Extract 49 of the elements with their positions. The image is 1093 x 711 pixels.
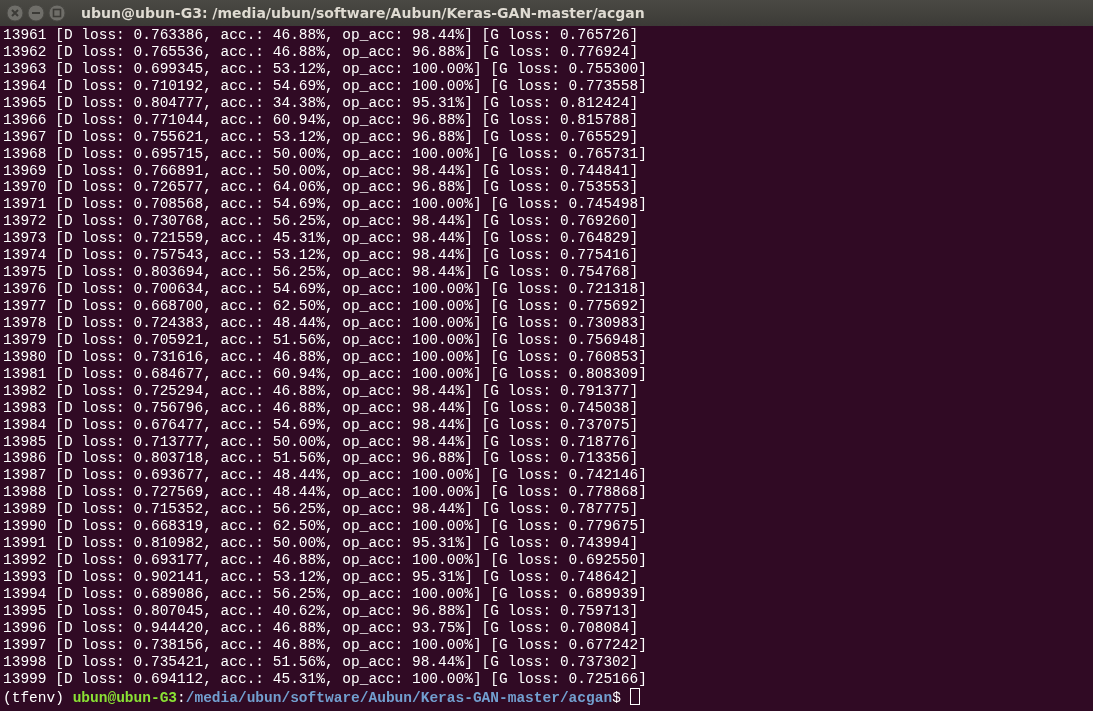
output-line: 13984 [D loss: 0.676477, acc.: 54.69%, op_acc: 98.44%] [G loss: 0.737075] [3,416,639,433]
output-line: 13969 [D loss: 0.766891, acc.: 50.00%, op_acc: 98.44%] [G loss: 0.744841] [3,162,639,179]
output-line: 13980 [D loss: 0.731616, acc.: 46.88%, op_acc: 100.00%] [G loss: 0.760853] [3,348,647,365]
output-line: 13986 [D loss: 0.803718, acc.: 51.56%, op_acc: 96.88%] [G loss: 0.713356] [3,450,639,467]
output-line: 13985 [D loss: 0.713777, acc.: 50.00%, op_acc: 98.44%] [G loss: 0.718776] [3,433,639,450]
output-line: 13965 [D loss: 0.804777, acc.: 34.38%, op_acc: 95.31%] [G loss: 0.812424] [3,94,639,111]
output-line: 13967 [D loss: 0.755621, acc.: 53.12%, op_acc: 96.88%] [G loss: 0.765529] [3,128,639,145]
output-line: 13993 [D loss: 0.902141, acc.: 53.12%, op_acc: 95.31%] [G loss: 0.748642] [3,569,639,585]
output-line: 13963 [D loss: 0.699345, acc.: 53.12%, op_acc: 100.00%] [G loss: 0.755300] [3,60,647,77]
output-line: 13968 [D loss: 0.695715, acc.: 50.00%, op_acc: 100.00%] [G loss: 0.765731] [3,145,647,162]
output-line: 13982 [D loss: 0.725294, acc.: 46.88%, op_acc: 98.44%] [G loss: 0.791377] [3,382,639,399]
window-title: ubun@ubun-G3: /media/ubun/software/Aubun/Keras-GAN-master/acgan [81,5,645,21]
output-line: 13991 [D loss: 0.810982, acc.: 50.00%, op_acc: 95.31%] [G loss: 0.743994] [3,535,639,552]
output-line: 13988 [D loss: 0.727569, acc.: 48.44%, op_acc: 100.00%] [G loss: 0.778868] [3,484,647,501]
close-icon[interactable] [6,4,24,22]
output-line: 13975 [D loss: 0.803694, acc.: 56.25%, op_acc: 98.44%] [G loss: 0.754768] [3,264,639,281]
text-cursor [629,687,640,705]
output-line: 13997 [D loss: 0.738156, acc.: 46.88%, op_acc: 100.00%] [G loss: 0.677242] [3,636,647,653]
output-line: 13990 [D loss: 0.668319, acc.: 62.50%, op_acc: 100.00%] [G loss: 0.779675] [3,518,647,535]
output-line: 13964 [D loss: 0.710192, acc.: 54.69%, op_acc: 100.00%] [G loss: 0.773558] [3,77,647,94]
prompt-user-host: ubun@ubun-G3 [72,689,178,706]
output-line: 13971 [D loss: 0.708568, acc.: 54.69%, op_acc: 100.00%] [G loss: 0.745498] [3,196,647,213]
output-line: 13979 [D loss: 0.705921, acc.: 51.56%, op_acc: 100.00%] [G loss: 0.756948] [3,331,647,348]
output-line: 13962 [D loss: 0.765536, acc.: 46.88%, op_acc: 96.88%] [G loss: 0.776924] [3,43,639,60]
output-line: 13989 [D loss: 0.715352, acc.: 56.25%, op_acc: 98.44%] [G loss: 0.787775] [3,501,639,518]
maximize-icon[interactable] [48,4,66,22]
output-line: 13999 [D loss: 0.694112, acc.: 45.31%, op_acc: 100.00%] [G loss: 0.725166] [3,670,647,687]
output-line: 13978 [D loss: 0.724383, acc.: 48.44%, op_acc: 100.00%] [G loss: 0.730983] [3,314,647,331]
output-line: 13961 [D loss: 0.763386, acc.: 46.88%, op_acc: 98.44%] [G loss: 0.765726] [3,27,639,43]
prompt-separator: : [177,689,186,706]
output-line: 13981 [D loss: 0.684677, acc.: 60.94%, op_acc: 100.00%] [G loss: 0.808309] [3,365,647,382]
output-line: 13976 [D loss: 0.700634, acc.: 54.69%, op_acc: 100.00%] [G loss: 0.721318] [3,281,647,298]
output-line: 13974 [D loss: 0.757543, acc.: 53.12%, op_acc: 98.44%] [G loss: 0.775416] [3,247,639,264]
prompt-symbol: $ [612,689,621,706]
output-line: 13992 [D loss: 0.693177, acc.: 46.88%, op_acc: 100.00%] [G loss: 0.692550] [3,552,647,569]
output-line: 13977 [D loss: 0.668700, acc.: 62.50%, op_acc: 100.00%] [G loss: 0.775692] [3,298,647,314]
output-line: 13995 [D loss: 0.807045, acc.: 40.62%, op_acc: 96.88%] [G loss: 0.759713] [3,602,639,619]
output-line: 13973 [D loss: 0.721559, acc.: 45.31%, op_acc: 98.44%] [G loss: 0.764829] [3,230,639,247]
output-line: 13987 [D loss: 0.693677, acc.: 48.44%, op_acc: 100.00%] [G loss: 0.742146] [3,467,647,484]
output-line: 13994 [D loss: 0.689086, acc.: 56.25%, op_acc: 100.00%] [G loss: 0.689939] [3,585,647,602]
output-line: 13996 [D loss: 0.944420, acc.: 46.88%, op_acc: 93.75%] [G loss: 0.708084] [3,619,639,636]
prompt-path: /media/ubun/software/Aubun/Keras-GAN-master/acgan [185,689,613,706]
output-line: 13970 [D loss: 0.726577, acc.: 64.06%, op_acc: 96.88%] [G loss: 0.753553] [3,179,639,196]
output-line: 13983 [D loss: 0.756796, acc.: 46.88%, op_acc: 98.44%] [G loss: 0.745038] [3,399,639,416]
output-line: 13966 [D loss: 0.771044, acc.: 60.94%, op_acc: 96.88%] [G loss: 0.815788] [3,111,639,128]
output-line: 13998 [D loss: 0.735421, acc.: 51.56%, op_acc: 98.44%] [G loss: 0.737302] [3,653,639,670]
minimize-icon[interactable] [27,4,45,22]
output-line: 13972 [D loss: 0.730768, acc.: 56.25%, op_acc: 98.44%] [G loss: 0.769260] [3,213,639,230]
prompt-env: (tfenv) [3,689,64,706]
